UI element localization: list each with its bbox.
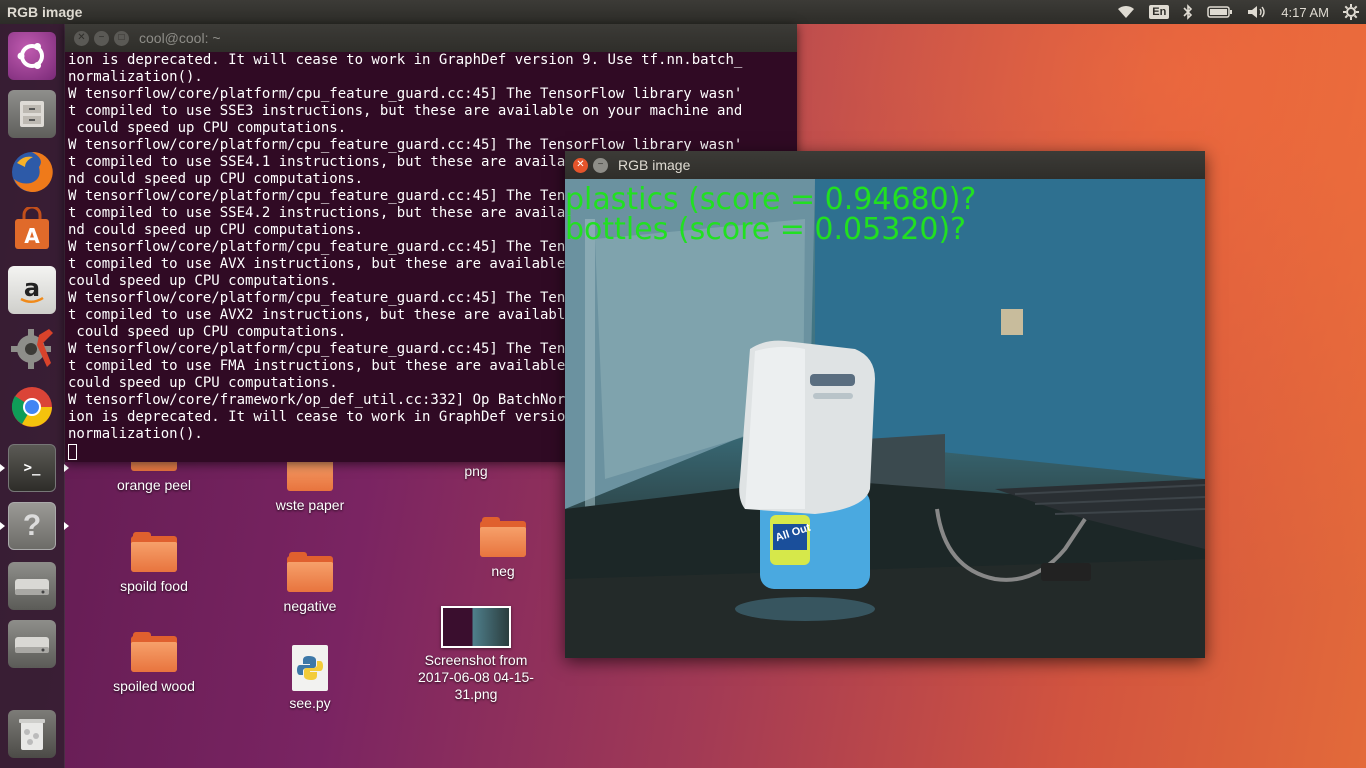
launcher-item-help[interactable]: ? xyxy=(0,500,69,552)
desktop-icon-label: negative xyxy=(283,598,337,614)
desktop-folder-spoiled-wood[interactable]: spoiled wood xyxy=(84,632,224,694)
desktop-icon-label: Screenshot from 2017-06-08 04-15-31.png xyxy=(418,652,534,702)
running-indicator xyxy=(0,522,5,530)
launcher: A a >_ ? xyxy=(0,24,69,768)
launcher-item-dash[interactable] xyxy=(6,30,58,82)
question-icon: ? xyxy=(8,502,56,550)
launcher-item-software-center[interactable]: A xyxy=(6,204,58,256)
desktop-file-screenshot[interactable]: Screenshot from 2017-06-08 04-15-31.png xyxy=(406,606,546,703)
close-button[interactable]: ✕ xyxy=(573,157,588,173)
hard-drive-icon xyxy=(8,620,56,668)
launcher-item-amazon[interactable]: a xyxy=(6,264,58,316)
desktop-icon-label: see.py xyxy=(289,695,331,711)
bluetooth-icon[interactable] xyxy=(1183,4,1193,20)
folder-icon xyxy=(131,532,177,572)
terminal-titlebar[interactable]: ✕ − □ cool@cool: ~ xyxy=(65,24,797,52)
file-cabinet-icon xyxy=(8,90,56,138)
running-indicator xyxy=(0,464,5,472)
desktop-icon-label: orange peel xyxy=(117,477,191,493)
trash-icon xyxy=(8,710,56,758)
desktop-icon-label: neg xyxy=(491,563,515,579)
terminal-line: W tensorflow/core/platform/cpu_feature_g… xyxy=(68,86,743,102)
focused-indicator xyxy=(64,464,69,472)
wifi-icon[interactable] xyxy=(1117,5,1135,19)
close-button[interactable]: ✕ xyxy=(74,30,89,46)
battery-icon[interactable] xyxy=(1207,5,1233,19)
launcher-item-trash[interactable] xyxy=(6,708,58,760)
hard-drive-icon xyxy=(8,562,56,610)
launcher-item-settings[interactable] xyxy=(6,322,58,374)
launcher-item-chrome[interactable] xyxy=(6,381,58,433)
python-file-icon xyxy=(292,645,328,691)
clock-text[interactable]: 4:17 AM xyxy=(1281,5,1329,20)
gear-wrench-icon xyxy=(8,324,56,372)
rgb-window-title: RGB image xyxy=(618,157,691,173)
terminal-line: t compiled to use SSE3 instructions, but… xyxy=(68,103,743,119)
amazon-icon: a xyxy=(8,266,56,314)
minimize-button[interactable]: − xyxy=(94,30,109,46)
active-app-title: RGB image xyxy=(7,4,83,20)
launcher-item-drive-2[interactable] xyxy=(6,618,58,670)
rgb-image-window[interactable]: ✕ − RGB image All Out plastics (score = … xyxy=(565,151,1205,658)
terminal-title: cool@cool: ~ xyxy=(139,30,221,46)
launcher-item-drive-1[interactable] xyxy=(6,560,58,612)
folder-icon xyxy=(131,632,177,672)
camera-frame: All Out plastics (score = 0.94680)? bott… xyxy=(565,179,1205,658)
screenshot-thumbnail xyxy=(441,606,511,648)
indicator-area: En 4:17 AM xyxy=(1110,0,1366,24)
desktop-folder-wste-paper[interactable]: wste paper xyxy=(240,455,380,513)
terminal-line: ion is deprecated. It will cease to work… xyxy=(68,52,743,68)
terminal-line: could speed up CPU computations. xyxy=(68,120,347,136)
minimize-button[interactable]: − xyxy=(593,157,608,173)
focused-indicator xyxy=(64,522,69,530)
maximize-button[interactable]: □ xyxy=(114,30,129,46)
desktop-file-see-py[interactable]: see.py xyxy=(240,645,380,711)
desktop-folder-negative[interactable]: negative xyxy=(240,552,380,614)
launcher-item-terminal[interactable]: >_ xyxy=(0,442,69,494)
folder-icon xyxy=(287,552,333,592)
terminal-icon: >_ xyxy=(8,444,56,492)
desktop-icon-label: png xyxy=(464,463,488,479)
rgb-window-titlebar[interactable]: ✕ − RGB image xyxy=(565,151,1205,179)
svg-text:A: A xyxy=(24,224,40,248)
camera-scene xyxy=(565,179,1205,658)
folder-icon xyxy=(480,517,526,557)
firefox-icon xyxy=(8,148,56,196)
ubuntu-logo-icon xyxy=(8,32,56,80)
shopping-bag-icon: A xyxy=(8,206,56,254)
keyboard-language-indicator[interactable]: En xyxy=(1149,5,1170,19)
desktop-icon-label: wste paper xyxy=(275,497,345,513)
chrome-icon xyxy=(8,383,56,431)
prediction-2-text: bottles (score = 0.05320)? xyxy=(565,212,967,247)
desktop-folder-spoild-food[interactable]: spoild food xyxy=(84,532,224,594)
svg-text:a: a xyxy=(24,274,40,302)
top-panel: RGB image En 4:17 AM xyxy=(0,0,1366,24)
prediction-1-text: plastics (score = 0.94680)? xyxy=(565,182,977,217)
launcher-item-firefox[interactable] xyxy=(6,146,58,198)
volume-icon[interactable] xyxy=(1247,5,1267,19)
desktop-icon-label: spoiled wood xyxy=(113,678,195,694)
desktop-folder-png[interactable]: png xyxy=(406,463,546,479)
desktop-icon-label: spoild food xyxy=(120,578,188,594)
desktop-folder-neg[interactable]: neg xyxy=(433,517,573,579)
terminal-line: normalization(). xyxy=(68,69,203,85)
gear-icon[interactable] xyxy=(1343,4,1359,20)
launcher-item-files[interactable] xyxy=(6,88,58,140)
